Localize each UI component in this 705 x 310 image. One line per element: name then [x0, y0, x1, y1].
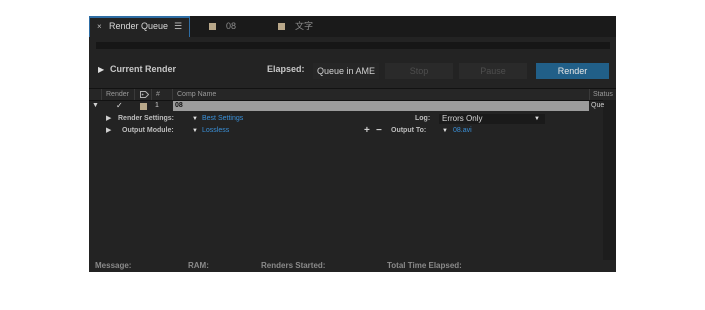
label-tag-icon[interactable]	[140, 91, 149, 98]
render-checkbox[interactable]: ✓	[116, 101, 123, 111]
expand-triangle-icon[interactable]: ▶	[106, 125, 111, 137]
comp-name-cell[interactable]: 08	[173, 101, 589, 111]
expand-triangle-icon[interactable]: ▶	[106, 113, 111, 125]
remove-output-module-button[interactable]: −	[376, 125, 382, 136]
ram-label: RAM:	[188, 261, 209, 270]
output-to-link[interactable]: 08.avi	[453, 125, 472, 137]
dropdown-arrow-icon[interactable]: ▼	[442, 125, 448, 137]
tab-render-queue[interactable]: × Render Queue ☰	[89, 16, 190, 37]
render-button[interactable]: Render	[536, 63, 609, 79]
comp-swatch-icon	[209, 23, 216, 30]
render-queue-panel: × Render Queue ☰ 08 文字 ▶ Current Render …	[89, 16, 616, 272]
item-number: 1	[155, 102, 159, 109]
column-header-number[interactable]: #	[156, 89, 160, 100]
current-render-row: ▶ Current Render Elapsed: Queue in AME S…	[89, 63, 616, 79]
vertical-scrollbar[interactable]	[603, 100, 616, 260]
add-output-module-button[interactable]: +	[364, 125, 370, 136]
tab-bar: × Render Queue ☰ 08 文字	[89, 16, 616, 37]
queue-list: ▼ ✓ 1 08 Que ▶ Render Settings: ▼ Best S…	[89, 101, 604, 260]
column-headers: Render # Comp Name Status	[89, 88, 616, 101]
tab-label: Render Queue	[109, 21, 169, 31]
queue-in-ame-button[interactable]: Queue in AME	[313, 63, 379, 79]
stop-button[interactable]: Stop	[385, 63, 453, 79]
column-header-render[interactable]: Render	[106, 89, 129, 100]
output-module-row: ▶ Output Module: ▼ Lossless + − Output T…	[89, 125, 603, 137]
status-cell: Que	[591, 102, 605, 109]
status-footer: Message: RAM: Renders Started: Total Tim…	[89, 260, 616, 272]
tab-label: 文字	[295, 21, 314, 31]
column-divider	[589, 89, 590, 100]
output-module-label: Output Module:	[122, 127, 174, 134]
dropdown-arrow-icon[interactable]: ▼	[192, 113, 198, 125]
log-select[interactable]: Errors Only ▼	[439, 114, 545, 124]
column-divider	[101, 89, 102, 100]
output-to-label: Output To:	[391, 127, 427, 134]
log-select-value: Errors Only	[442, 114, 483, 123]
render-settings-label: Render Settings:	[118, 115, 175, 122]
render-settings-link[interactable]: Best Settings	[202, 113, 243, 125]
column-header-comp-name[interactable]: Comp Name	[177, 89, 216, 100]
total-time-elapsed-label: Total Time Elapsed:	[387, 261, 462, 270]
panel-menu-icon[interactable]: ☰	[174, 16, 182, 37]
current-render-label: Current Render	[110, 64, 177, 74]
output-module-link[interactable]: Lossless	[202, 125, 229, 137]
close-icon[interactable]: ×	[97, 16, 102, 37]
message-label: Message:	[95, 261, 132, 270]
label-swatch-icon[interactable]	[140, 103, 147, 110]
chevron-down-icon: ▼	[534, 116, 540, 122]
queue-item-row[interactable]: ▼ ✓ 1 08 Que	[89, 101, 616, 111]
dropdown-arrow-icon[interactable]: ▼	[192, 125, 198, 137]
collapse-triangle-icon[interactable]: ▼	[92, 101, 99, 111]
elapsed-label: Elapsed:	[267, 64, 305, 74]
tab-label: 08	[226, 21, 237, 31]
pause-button[interactable]: Pause	[459, 63, 527, 79]
column-divider	[172, 89, 173, 100]
column-header-status[interactable]: Status	[593, 89, 613, 100]
render-settings-row: ▶ Render Settings: ▼ Best Settings Log: …	[89, 113, 603, 125]
log-label: Log:	[415, 115, 431, 122]
column-divider	[134, 89, 135, 100]
column-divider	[151, 89, 152, 100]
comp-swatch-icon	[278, 23, 285, 30]
expand-triangle-icon[interactable]: ▶	[98, 65, 104, 74]
renders-started-label: Renders Started:	[261, 261, 326, 270]
render-progress-bar	[96, 42, 610, 49]
